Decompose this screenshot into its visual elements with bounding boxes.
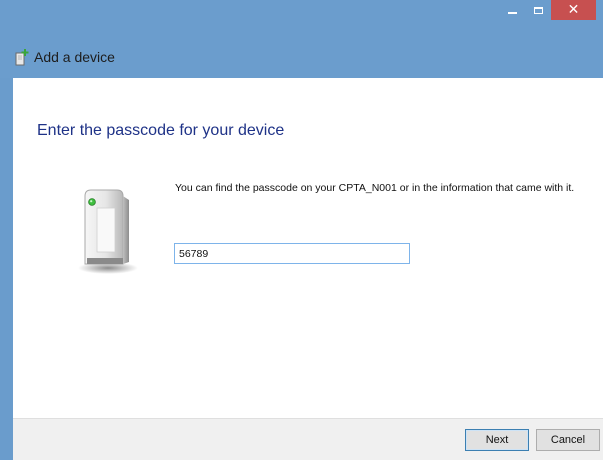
page-heading: Enter the passcode for your device (37, 122, 285, 139)
button-bar: Next Cancel (13, 418, 603, 460)
window-title: Add a device (34, 49, 115, 65)
close-button[interactable]: ✕ (551, 0, 596, 20)
cancel-button[interactable]: Cancel (536, 429, 600, 451)
title-bar[interactable]: ✕ Add a device (0, 0, 603, 78)
info-text: You can find the passcode on your CPTA_N… (175, 182, 575, 194)
close-icon: ✕ (567, 2, 580, 18)
maximize-button[interactable] (525, 0, 551, 20)
next-button[interactable]: Next (465, 429, 529, 451)
add-device-icon (14, 48, 30, 66)
minimize-button[interactable] (499, 0, 525, 20)
caption-buttons: ✕ (499, 0, 596, 20)
maximize-icon (533, 6, 543, 14)
printer-device-icon (75, 186, 139, 276)
title-area: Add a device (14, 48, 115, 66)
add-device-window: ✕ Add a device Enter the passcode for yo… (0, 0, 603, 460)
minimize-icon (507, 12, 517, 14)
content-pane: Enter the passcode for your device You c… (13, 78, 603, 418)
passcode-input[interactable] (174, 243, 410, 264)
